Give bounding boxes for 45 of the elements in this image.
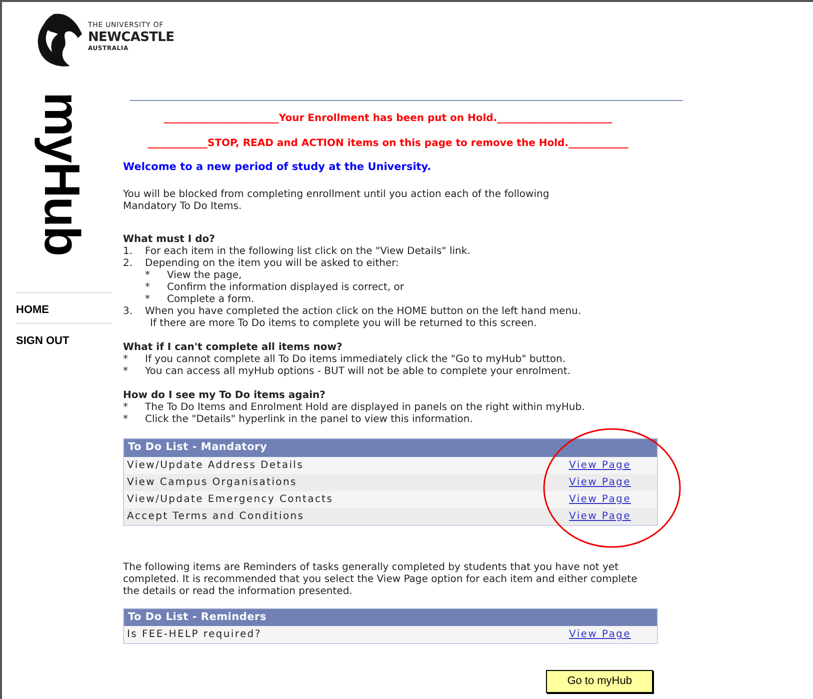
section-heading: What must I do?: [123, 234, 216, 246]
nav-link[interactable]: SIGN OUT: [16, 335, 70, 347]
list-text: Depending on the item you will be asked to either:: [145, 258, 399, 270]
view-page-link[interactable]: View Page: [569, 492, 657, 506]
list-text: The To Do Items and Enrolment Hold are displayed in panels on the right within myHub.: [145, 402, 585, 414]
list-text: Click the "Details" hyperlink in the panel to view this information.: [145, 414, 473, 426]
view-page-link[interactable]: View Page: [569, 508, 657, 524]
list-text: You can access all myHub options - BUT will not be able to complete your enrolment.: [145, 366, 570, 378]
panel-header: To Do List - Reminders: [124, 608, 657, 626]
list-text: If you cannot complete all To Do items immediately click the "Go to myHub" button.: [145, 354, 566, 366]
table-cell-text: Is FEE-HELP required?: [126, 628, 262, 642]
welcome-heading: Welcome to a new period of study at the University.: [123, 160, 432, 175]
reminders-text: The following items are Reminders of tasks generally completed by students that you have not yet completed. It is recommended that you select the View Page option for each item and either complete the details or read the information presented.: [123, 562, 638, 598]
list-marker: *: [123, 414, 129, 426]
view-page-link[interactable]: View Page: [569, 458, 657, 472]
list-marker: 3.: [123, 306, 134, 318]
section-heading: How do I see my To Do items again?: [123, 390, 326, 402]
list-text: Complete a form.: [167, 294, 254, 306]
nav-link[interactable]: HOME: [16, 304, 49, 316]
table-cell-text: Accept Terms and Conditions: [126, 510, 306, 524]
panel-header: To Do List - Mandatory: [124, 438, 657, 456]
list-marker: 1.: [123, 246, 134, 258]
intro-text: You will be blocked from completing enrollment until you action each of the following Mandatory To Do Items.: [123, 188, 550, 213]
list-text: Confirm the information displayed is correct, or: [167, 282, 404, 294]
table-cell-text: View Campus Organisations: [126, 476, 298, 490]
list-text: View the page,: [167, 270, 242, 282]
table-cell-text: View/Update Emergency Contacts: [126, 492, 334, 506]
view-page-link[interactable]: View Page: [569, 474, 657, 490]
list-text: For each item in the following list click on the "View Details" link.: [145, 246, 470, 258]
list-marker: 2.: [123, 258, 134, 270]
hold-alert-text: _______________________Your Enrollment has been put on Hold._______________________: [162, 112, 614, 126]
table-cell-text: View/Update Address Details: [126, 458, 305, 472]
list-marker: *: [123, 402, 129, 414]
go-to-myhub-button[interactable]: Go to myHub: [546, 670, 653, 693]
list-marker: *: [123, 366, 129, 378]
list-marker: *: [145, 294, 151, 306]
list-marker: *: [123, 354, 129, 366]
list-marker: *: [145, 282, 151, 294]
list-text: If there are more To Do items to complete you will be returned to this screen.: [149, 318, 538, 330]
list-text: When you have completed the action click on the HOME button on the left hand menu.: [145, 306, 582, 318]
view-page-link[interactable]: View Page: [569, 627, 657, 642]
hold-alert-text: ____________STOP, READ and ACTION items on this page to remove the Hold.____________: [146, 137, 630, 151]
logo-text: NEWCASTLE: [88, 31, 174, 44]
list-marker: *: [145, 270, 151, 282]
section-heading: What if I can't complete all items now?: [123, 342, 344, 354]
